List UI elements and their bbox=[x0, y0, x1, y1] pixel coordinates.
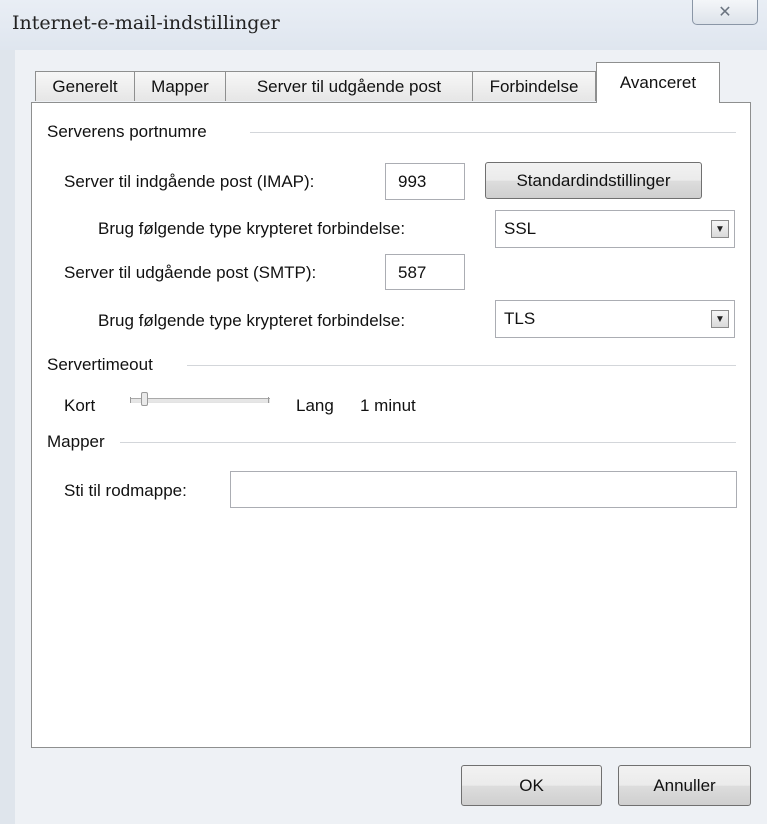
root-folder-input[interactable] bbox=[230, 471, 737, 508]
group-divider bbox=[187, 365, 736, 366]
tab-avanceret[interactable]: Avanceret bbox=[596, 62, 720, 103]
group-label-ports: Serverens portnumre bbox=[47, 122, 217, 142]
outgoing-port-input[interactable]: 587 bbox=[385, 254, 465, 290]
slider-tick bbox=[268, 397, 269, 403]
cancel-button[interactable]: Annuller bbox=[618, 765, 751, 806]
timeout-value: 1 minut bbox=[360, 396, 416, 415]
tab-server-outgoing[interactable]: Server til udgående post bbox=[225, 71, 473, 101]
ok-button[interactable]: OK bbox=[461, 765, 602, 806]
incoming-port-label: Server til indgående post (IMAP): bbox=[64, 172, 315, 191]
window-frame bbox=[0, 50, 15, 824]
group-label-timeout: Servertimeout bbox=[47, 355, 163, 375]
timeout-short-label: Kort bbox=[64, 396, 96, 415]
tab-label: Mapper bbox=[151, 77, 209, 96]
select-value: TLS bbox=[504, 309, 536, 328]
tab-generelt[interactable]: Generelt bbox=[35, 71, 135, 101]
timeout-slider-track[interactable] bbox=[130, 398, 270, 403]
close-icon: ✕ bbox=[718, 4, 732, 21]
tab-label: Avanceret bbox=[619, 73, 697, 92]
outgoing-port-label: Server til udgående post (SMTP): bbox=[64, 263, 317, 282]
encryption-label-incoming: Brug følgende type krypteret forbindelse… bbox=[98, 219, 406, 238]
tab-mapper[interactable]: Mapper bbox=[134, 71, 226, 101]
group-divider bbox=[120, 442, 736, 443]
close-button[interactable]: ✕ bbox=[692, 0, 758, 25]
timeout-slider-thumb[interactable] bbox=[141, 392, 148, 406]
tab-label: Server til udgående post bbox=[256, 77, 442, 96]
tab-label: Forbindelse bbox=[489, 77, 579, 96]
group-label-folders: Mapper bbox=[47, 432, 115, 452]
chevron-down-icon[interactable]: ▼ bbox=[711, 310, 729, 328]
select-value: SSL bbox=[504, 219, 537, 238]
title-bar: Internet-e-mail-indstillinger ✕ bbox=[0, 0, 767, 50]
group-divider bbox=[250, 132, 736, 133]
tab-label: Generelt bbox=[52, 77, 118, 96]
incoming-port-input[interactable]: 993 bbox=[385, 163, 465, 200]
window-title: Internet-e-mail-indstillinger bbox=[12, 12, 280, 34]
encryption-select-outgoing[interactable]: TLS ▼ bbox=[495, 300, 735, 338]
defaults-button[interactable]: Standardindstillinger bbox=[485, 162, 702, 199]
encryption-select-incoming[interactable]: SSL ▼ bbox=[495, 210, 735, 248]
encryption-label-outgoing: Brug følgende type krypteret forbindelse… bbox=[98, 311, 406, 330]
slider-tick bbox=[130, 397, 131, 403]
tab-forbindelse[interactable]: Forbindelse bbox=[472, 71, 596, 101]
chevron-down-icon[interactable]: ▼ bbox=[711, 220, 729, 238]
root-folder-label: Sti til rodmappe: bbox=[64, 481, 187, 500]
timeout-long-label: Lang bbox=[296, 396, 334, 415]
